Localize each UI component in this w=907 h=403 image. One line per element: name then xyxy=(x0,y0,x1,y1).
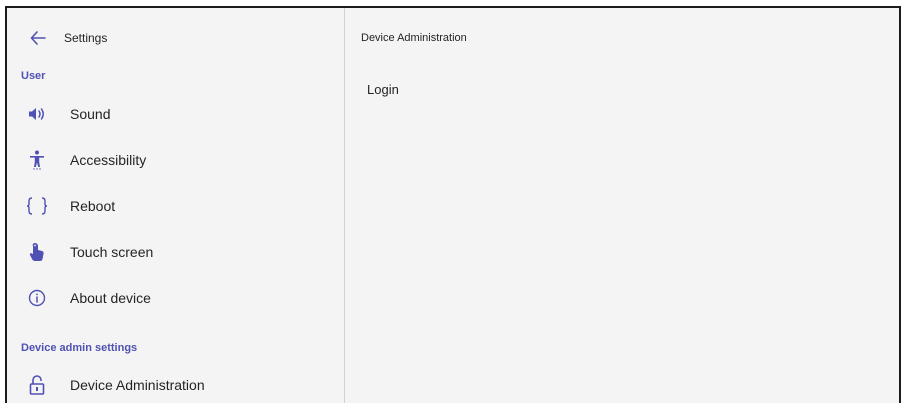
accessibility-icon xyxy=(26,149,48,171)
section-label-user: User xyxy=(21,70,46,82)
sidebar-item-reboot[interactable]: Reboot xyxy=(7,186,344,226)
sidebar-item-label: Device Administration xyxy=(70,377,205,393)
unlock-icon xyxy=(26,374,48,396)
main-panel: Device Administration Login xyxy=(345,8,899,403)
sidebar-item-label: Sound xyxy=(70,106,111,122)
panel-title: Device Administration xyxy=(361,32,467,44)
sidebar-item-label: About device xyxy=(70,290,151,306)
touch-icon xyxy=(26,241,48,263)
arrow-left-icon xyxy=(30,31,46,45)
section-label-device-admin: Device admin settings xyxy=(21,342,138,354)
speaker-icon xyxy=(26,103,48,125)
sidebar-item-sound[interactable]: Sound xyxy=(7,94,344,134)
page-title: Settings xyxy=(64,31,108,45)
sidebar-item-label: Reboot xyxy=(70,198,116,214)
sidebar-header: Settings xyxy=(7,26,107,50)
back-button[interactable] xyxy=(26,26,50,50)
sidebar-item-touch-screen[interactable]: Touch screen xyxy=(7,232,344,272)
braces-icon xyxy=(26,195,48,217)
sidebar-item-device-administration[interactable]: Device Administration xyxy=(7,365,344,403)
sidebar-item-label: Touch screen xyxy=(70,244,154,260)
sidebar-item-label: Accessibility xyxy=(70,152,147,168)
info-icon xyxy=(26,287,48,309)
sidebar-item-accessibility[interactable]: Accessibility xyxy=(7,140,344,180)
login-option[interactable]: Login xyxy=(367,82,399,97)
sidebar-item-about-device[interactable]: About device xyxy=(7,278,344,318)
settings-window: Settings User Sound Accessibility Reboot… xyxy=(5,6,901,403)
settings-sidebar: Settings User Sound Accessibility Reboot… xyxy=(7,8,345,403)
